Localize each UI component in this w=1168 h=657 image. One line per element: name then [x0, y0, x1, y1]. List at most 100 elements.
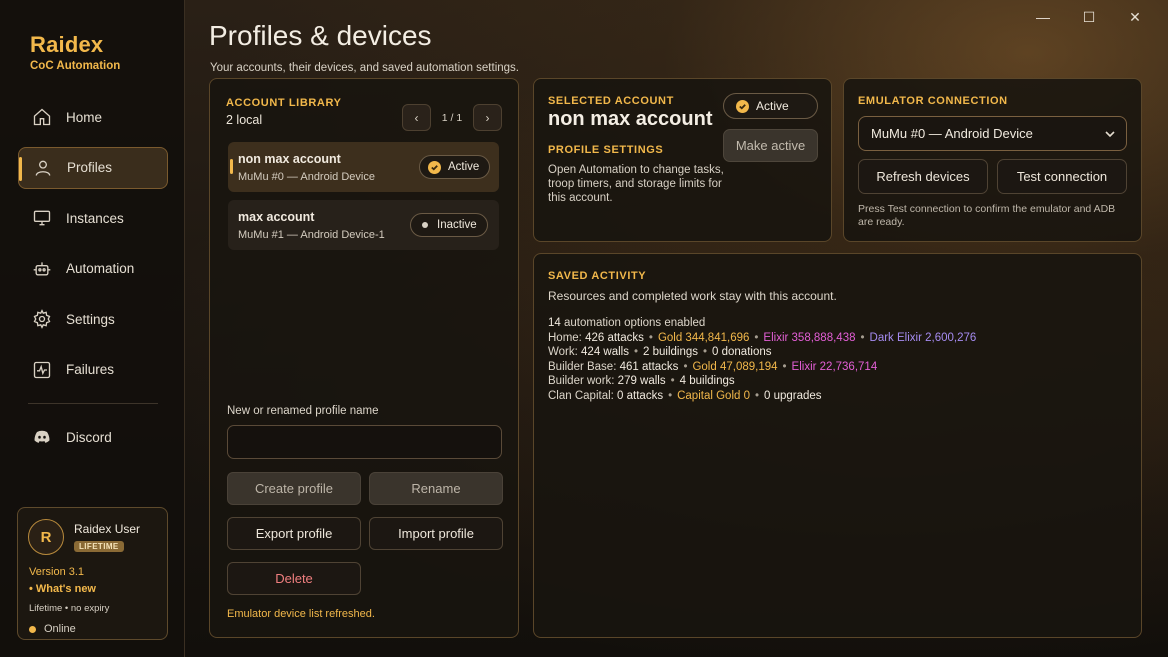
builder-work-line: Builder work: 279 walls • 4 buildings: [548, 374, 976, 389]
maximize-button[interactable]: ☐: [1066, 6, 1112, 28]
options-text: automation options enabled: [564, 317, 706, 329]
license-text: Lifetime • no expiry: [29, 603, 110, 614]
builder-base-attacks: 461 attacks: [619, 360, 679, 373]
sidebar-item-label: Instances: [66, 210, 124, 226]
rename-button[interactable]: Rename: [369, 472, 503, 505]
pager: ‹ 1 / 1 ›: [402, 104, 502, 131]
separator: •: [633, 346, 639, 358]
brand: Raidex CoC Automation: [30, 32, 120, 72]
profile-name-input[interactable]: [227, 425, 502, 459]
selected-account-name: non max account: [548, 108, 713, 130]
separator: •: [703, 346, 708, 358]
sidebar-item-discord[interactable]: Discord: [18, 416, 168, 458]
account-name: non max account: [238, 152, 341, 166]
pulse-icon: [33, 361, 51, 378]
separator: •: [754, 331, 759, 344]
sidebar-item-label: Settings: [66, 311, 115, 327]
sidebar-item-automation[interactable]: Automation: [18, 248, 168, 290]
window-controls: — ☐ ✕: [1020, 6, 1158, 28]
sidebar-item-label: Automation: [66, 261, 135, 276]
account-item-max[interactable]: max account MuMu #1 — Android Device-1 I…: [228, 200, 499, 250]
status-text: Active: [756, 99, 789, 113]
profile-settings-desc: Open Automation to change tasks, troop t…: [548, 164, 724, 204]
close-button[interactable]: ✕: [1112, 6, 1158, 28]
builder-base-elixir: Elixir 22,736,714: [791, 360, 878, 373]
separator: •: [860, 331, 865, 344]
prev-page-button[interactable]: ‹: [402, 104, 431, 131]
clan-capital-line: Clan Capital: 0 attacks • Capital Gold 0 • 0…: [548, 389, 976, 404]
status-dot: [29, 625, 36, 633]
license-badge: LIFETIME: [74, 541, 124, 552]
device-select[interactable]: MuMu #0 — Android Device: [858, 116, 1127, 151]
brand-name: Raidex: [30, 32, 104, 57]
work-walls: 424 walls: [581, 346, 629, 358]
make-active-button[interactable]: Make active: [723, 129, 818, 162]
test-connection-button[interactable]: Test connection: [997, 159, 1127, 194]
sidebar-nav: Home Profiles Instances Automation Setti…: [18, 96, 168, 399]
chevron-down-icon: [1105, 130, 1115, 137]
refresh-devices-button[interactable]: Refresh devices: [858, 159, 988, 194]
home-line: Home: 426 attacks • Gold 344,841,696 • Elixi…: [548, 331, 976, 346]
sidebar: Raidex CoC Automation Home Profiles Inst…: [0, 0, 185, 657]
profile-name-label: New or renamed profile name: [227, 405, 379, 417]
page-subtitle: Your accounts, their devices, and saved …: [210, 62, 519, 74]
status-message: Emulator device list refreshed.: [227, 608, 375, 620]
account-item-non-max[interactable]: non max account MuMu #0 — Android Device…: [228, 142, 499, 192]
emulator-hint: Press Test connection to confirm the emu…: [858, 203, 1116, 228]
status-text: Active: [448, 161, 480, 173]
selected-account-label: SELECTED ACCOUNT: [548, 95, 674, 107]
clan-capital-attacks: 0 attacks: [617, 389, 664, 402]
builder-base-label: Builder Base:: [548, 360, 617, 373]
clan-capital-upgrades: 0 upgrades: [764, 389, 822, 402]
user-name: Raidex User: [74, 522, 141, 536]
status-badge: Active: [419, 155, 491, 179]
import-profile-button[interactable]: Import profile: [369, 517, 503, 550]
clan-capital-label: Clan Capital:: [548, 389, 614, 402]
version-text: Version 3.1: [29, 566, 85, 578]
status-badge: Inactive: [410, 213, 488, 237]
whats-new-link[interactable]: • What's new: [29, 583, 96, 595]
export-profile-button[interactable]: Export profile: [227, 517, 361, 550]
work-line: Work: 424 walls • 2 buildings • 0 donations: [548, 345, 976, 360]
account-library-panel: ACCOUNT LIBRARY 2 local ‹ 1 / 1 › non ma…: [209, 78, 519, 638]
avatar[interactable]: R: [28, 519, 64, 555]
sidebar-item-home[interactable]: Home: [18, 96, 168, 138]
create-profile-button[interactable]: Create profile: [227, 472, 361, 505]
online-status: Online: [29, 623, 76, 635]
whats-new-label: What's new: [35, 583, 96, 595]
profile-settings-label: PROFILE SETTINGS: [548, 144, 664, 156]
delete-button[interactable]: Delete: [227, 562, 361, 595]
status-badge: Active: [723, 93, 818, 119]
device-select-value: MuMu #0 — Android Device: [871, 126, 1033, 141]
home-icon: [33, 108, 51, 126]
account-library-title: ACCOUNT LIBRARY: [226, 97, 342, 109]
sidebar-divider: [28, 403, 158, 404]
gear-icon: [33, 309, 51, 329]
robot-icon: [33, 261, 51, 275]
home-elixir: Elixir 358,888,438: [763, 331, 856, 344]
separator: •: [683, 360, 688, 373]
builder-work-label: Builder work:: [548, 375, 615, 387]
minimize-button[interactable]: —: [1020, 6, 1066, 28]
sidebar-item-label: Discord: [66, 429, 112, 445]
user-icon: [35, 160, 51, 176]
work-buildings: 2 buildings: [643, 346, 698, 358]
account-device: MuMu #0 — Android Device: [238, 171, 375, 183]
options-line: 14 automation options enabled: [548, 316, 976, 331]
user-card: R Raidex User LIFETIME Version 3.1 • Wha…: [17, 507, 168, 640]
discord-icon: [34, 430, 50, 443]
sidebar-item-settings[interactable]: Settings: [18, 298, 168, 340]
sidebar-item-failures[interactable]: Failures: [18, 349, 168, 391]
saved-activity-desc: Resources and completed work stay with t…: [548, 289, 837, 303]
sidebar-discord: Discord: [18, 416, 168, 467]
options-count: 14: [548, 317, 561, 329]
emulator-label: EMULATOR CONNECTION: [858, 95, 1008, 107]
work-donations: 0 donations: [712, 346, 772, 358]
next-page-button[interactable]: ›: [473, 104, 502, 131]
sidebar-item-profiles[interactable]: Profiles: [18, 146, 168, 189]
selected-account-panel: SELECTED ACCOUNT non max account Active …: [533, 78, 832, 242]
activity-stats: 14 automation options enabled Home: 426 …: [548, 316, 976, 403]
sidebar-item-instances[interactable]: Instances: [18, 197, 168, 239]
home-attacks: 426 attacks: [585, 331, 644, 344]
builder-work-walls: 279 walls: [617, 375, 666, 387]
